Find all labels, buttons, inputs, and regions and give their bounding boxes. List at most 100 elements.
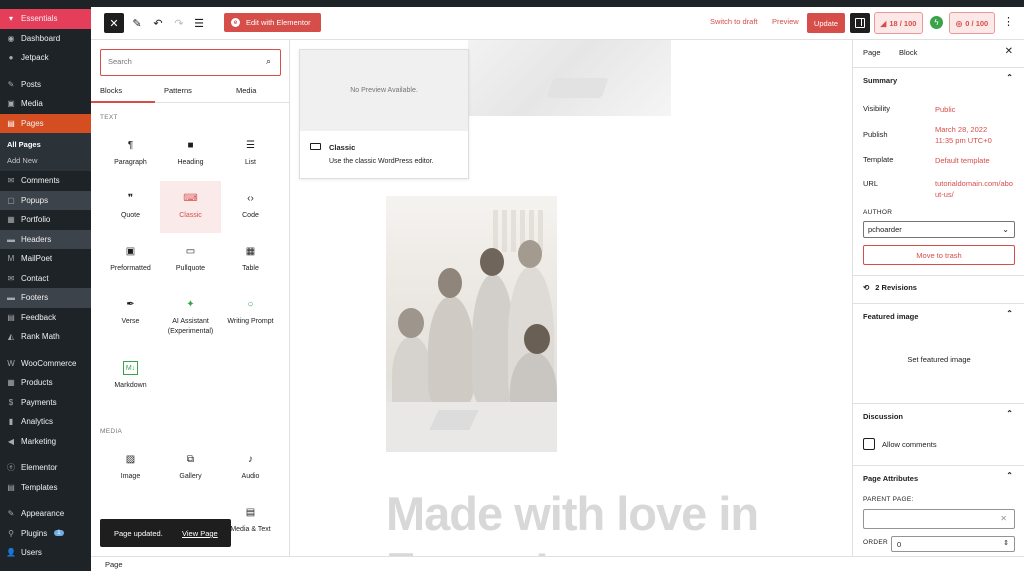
- block-markdown[interactable]: M↓ Markdown: [100, 351, 161, 403]
- block-pullquote[interactable]: ▭ Pullquote: [160, 234, 221, 286]
- jetpack-boost-button[interactable]: ϟ: [930, 16, 943, 29]
- sidebar-item-plugins[interactable]: ⚲ Plugins 1: [0, 524, 91, 544]
- featured-image-panel-header[interactable]: Featured image ⌃: [853, 304, 1024, 328]
- block-quote[interactable]: ❞ Quote: [100, 181, 161, 233]
- summary-panel-header[interactable]: Summary ⌃: [853, 68, 1024, 92]
- order-value: 0: [897, 539, 902, 549]
- view-page-link[interactable]: View Page: [182, 529, 218, 538]
- more-options-button[interactable]: ⋮: [1003, 15, 1014, 28]
- block-label: Table: [242, 265, 259, 272]
- readability-score-button[interactable]: ◎ 0 / 100: [949, 12, 995, 34]
- page-attributes-panel-header[interactable]: Page Attributes ⌃: [853, 466, 1024, 490]
- sidebar-item-elementor[interactable]: ⓔ Elementor: [0, 458, 91, 478]
- sidebar-item-feedback[interactable]: ▤ Feedback: [0, 308, 91, 328]
- sidebar-item-label: Jetpack: [21, 53, 49, 63]
- block-verse[interactable]: ✒ Verse: [100, 287, 161, 339]
- sidebar-item-rank-math[interactable]: ◭ Rank Math: [0, 327, 91, 347]
- edit-with-elementor-button[interactable]: e Edit with Elementor: [224, 13, 321, 32]
- sidebar-item-payments[interactable]: $ Payments: [0, 393, 91, 413]
- author-select[interactable]: pchoarder ⌄: [863, 221, 1015, 238]
- block-label: Heading: [177, 159, 204, 166]
- block-table[interactable]: ▦ Table: [220, 234, 281, 286]
- undo-button[interactable]: ↶: [150, 14, 166, 32]
- sidebar-item-marketing[interactable]: ◀ Marketing: [0, 432, 91, 452]
- revisions-button[interactable]: ⟲ 2 Revisions: [863, 283, 917, 292]
- sidebar-item-footers[interactable]: ▬ Footers: [0, 288, 91, 308]
- block-search[interactable]: ⌕: [100, 49, 281, 76]
- url-value[interactable]: tutorialdomain.com/about-us/: [935, 178, 1013, 200]
- sidebar-item-users[interactable]: 👤 Users: [0, 543, 91, 563]
- set-featured-image-button[interactable]: Set featured image: [853, 355, 1024, 364]
- team-photo-image[interactable]: [386, 196, 557, 452]
- seo-score-button[interactable]: ◢ 18 / 100: [874, 12, 923, 34]
- block-preformatted[interactable]: ▣ Preformatted: [100, 234, 161, 286]
- breadcrumb[interactable]: Page: [105, 560, 123, 569]
- redo-button[interactable]: ↷: [171, 14, 187, 32]
- sidebar-item-popups[interactable]: ▢ Popups: [0, 190, 91, 210]
- admin-top-bar: [0, 0, 1024, 7]
- tab-media[interactable]: Media: [236, 86, 256, 95]
- plugins-update-badge: 1: [54, 530, 64, 537]
- order-label: ORDER: [863, 539, 888, 546]
- sidebar-item-posts[interactable]: ✎ Posts: [0, 75, 91, 95]
- block-search-input[interactable]: [108, 57, 248, 66]
- parent-page-input[interactable]: ✕: [863, 509, 1015, 529]
- block-gallery[interactable]: ⧉ Gallery: [160, 442, 221, 494]
- order-input[interactable]: 0 ⇕: [891, 536, 1015, 552]
- allow-comments-checkbox[interactable]: [863, 438, 875, 450]
- tab-block[interactable]: Block: [899, 48, 917, 57]
- sidebar-item-comments[interactable]: ✉ Comments: [0, 171, 91, 191]
- block-list[interactable]: ☰ List: [220, 128, 281, 180]
- sidebar-item-analytics[interactable]: ▮ Analytics: [0, 412, 91, 432]
- sidebar-item-appearance[interactable]: ✎ Appearance: [0, 504, 91, 524]
- block-audio[interactable]: ♪ Audio: [220, 442, 281, 494]
- sidebar-item-jetpack[interactable]: ● Jetpack: [0, 48, 91, 68]
- sidebar-item-essentials[interactable]: ▾ Essentials: [0, 9, 91, 29]
- tools-button[interactable]: ✎: [129, 14, 145, 32]
- preview-button[interactable]: Preview: [772, 17, 799, 26]
- template-value[interactable]: Default template: [935, 155, 1020, 166]
- block-ai-assistant[interactable]: ✦ AI Assistant (Experimental): [160, 287, 221, 339]
- block-heading[interactable]: ■ Heading: [160, 128, 221, 180]
- block-image[interactable]: ▨ Image: [100, 442, 161, 494]
- sidebar-item-mailpoet[interactable]: M MailPoet: [0, 249, 91, 269]
- page-headline[interactable]: Made with love in France!: [386, 486, 806, 556]
- sidebar-item-dashboard[interactable]: ◉ Dashboard: [0, 29, 91, 49]
- submenu-add-new[interactable]: Add New: [0, 152, 91, 168]
- publish-value[interactable]: March 28, 2022 11:35 pm UTC+0: [935, 124, 1005, 146]
- submenu-all-pages[interactable]: All Pages: [0, 136, 91, 152]
- tab-page[interactable]: Page: [863, 48, 881, 57]
- sidebar-item-products[interactable]: ▦ Products: [0, 373, 91, 393]
- move-to-trash-button[interactable]: Move to trash: [863, 245, 1015, 265]
- block-classic[interactable]: ⌨ Classic: [160, 181, 221, 233]
- sidebar-item-label: Media: [21, 99, 43, 109]
- headers-icon: ▬: [7, 234, 15, 244]
- sidebar-item-media[interactable]: ▣ Media: [0, 94, 91, 114]
- sidebar-item-woocommerce[interactable]: W WooCommerce: [0, 354, 91, 374]
- visibility-value[interactable]: Public: [935, 104, 1020, 115]
- sidebar-item-contact[interactable]: ✉ Contact: [0, 269, 91, 289]
- discussion-panel-header[interactable]: Discussion ⌃: [853, 404, 1024, 428]
- sidebar-item-templates[interactable]: ▤ Templates: [0, 478, 91, 498]
- editor-canvas[interactable]: No Preview Available. Classic Use the cl…: [290, 40, 852, 556]
- sidebar-item-headers[interactable]: ▬ Headers: [0, 229, 91, 249]
- chevron-up-icon: ⌃: [1006, 73, 1013, 82]
- chevron-down-icon: ⌄: [1002, 225, 1009, 234]
- block-code[interactable]: ‹› Code: [220, 181, 281, 233]
- switch-to-draft-button[interactable]: Switch to draft: [710, 17, 758, 26]
- close-inserter-button[interactable]: ✕: [104, 13, 124, 33]
- tab-patterns[interactable]: Patterns: [164, 86, 192, 95]
- close-settings-button[interactable]: ✕: [1005, 46, 1013, 57]
- search-icon: ⌕: [265, 56, 271, 66]
- update-button[interactable]: Update: [807, 13, 845, 33]
- document-overview-button[interactable]: ☰: [191, 14, 207, 32]
- block-writing-prompt[interactable]: ○ Writing Prompt: [220, 287, 281, 339]
- settings-toggle-button[interactable]: [850, 13, 870, 33]
- sidebar-item-portfolio[interactable]: ▦ Portfolio: [0, 210, 91, 230]
- redo-icon: ↷: [174, 17, 184, 30]
- block-paragraph[interactable]: ¶ Paragraph: [100, 128, 161, 180]
- tab-blocks[interactable]: Blocks: [100, 86, 122, 95]
- elementor-icon: ⓔ: [7, 463, 15, 473]
- author-value: pchoarder: [868, 225, 902, 234]
- sidebar-item-pages[interactable]: ▤ Pages: [0, 113, 91, 133]
